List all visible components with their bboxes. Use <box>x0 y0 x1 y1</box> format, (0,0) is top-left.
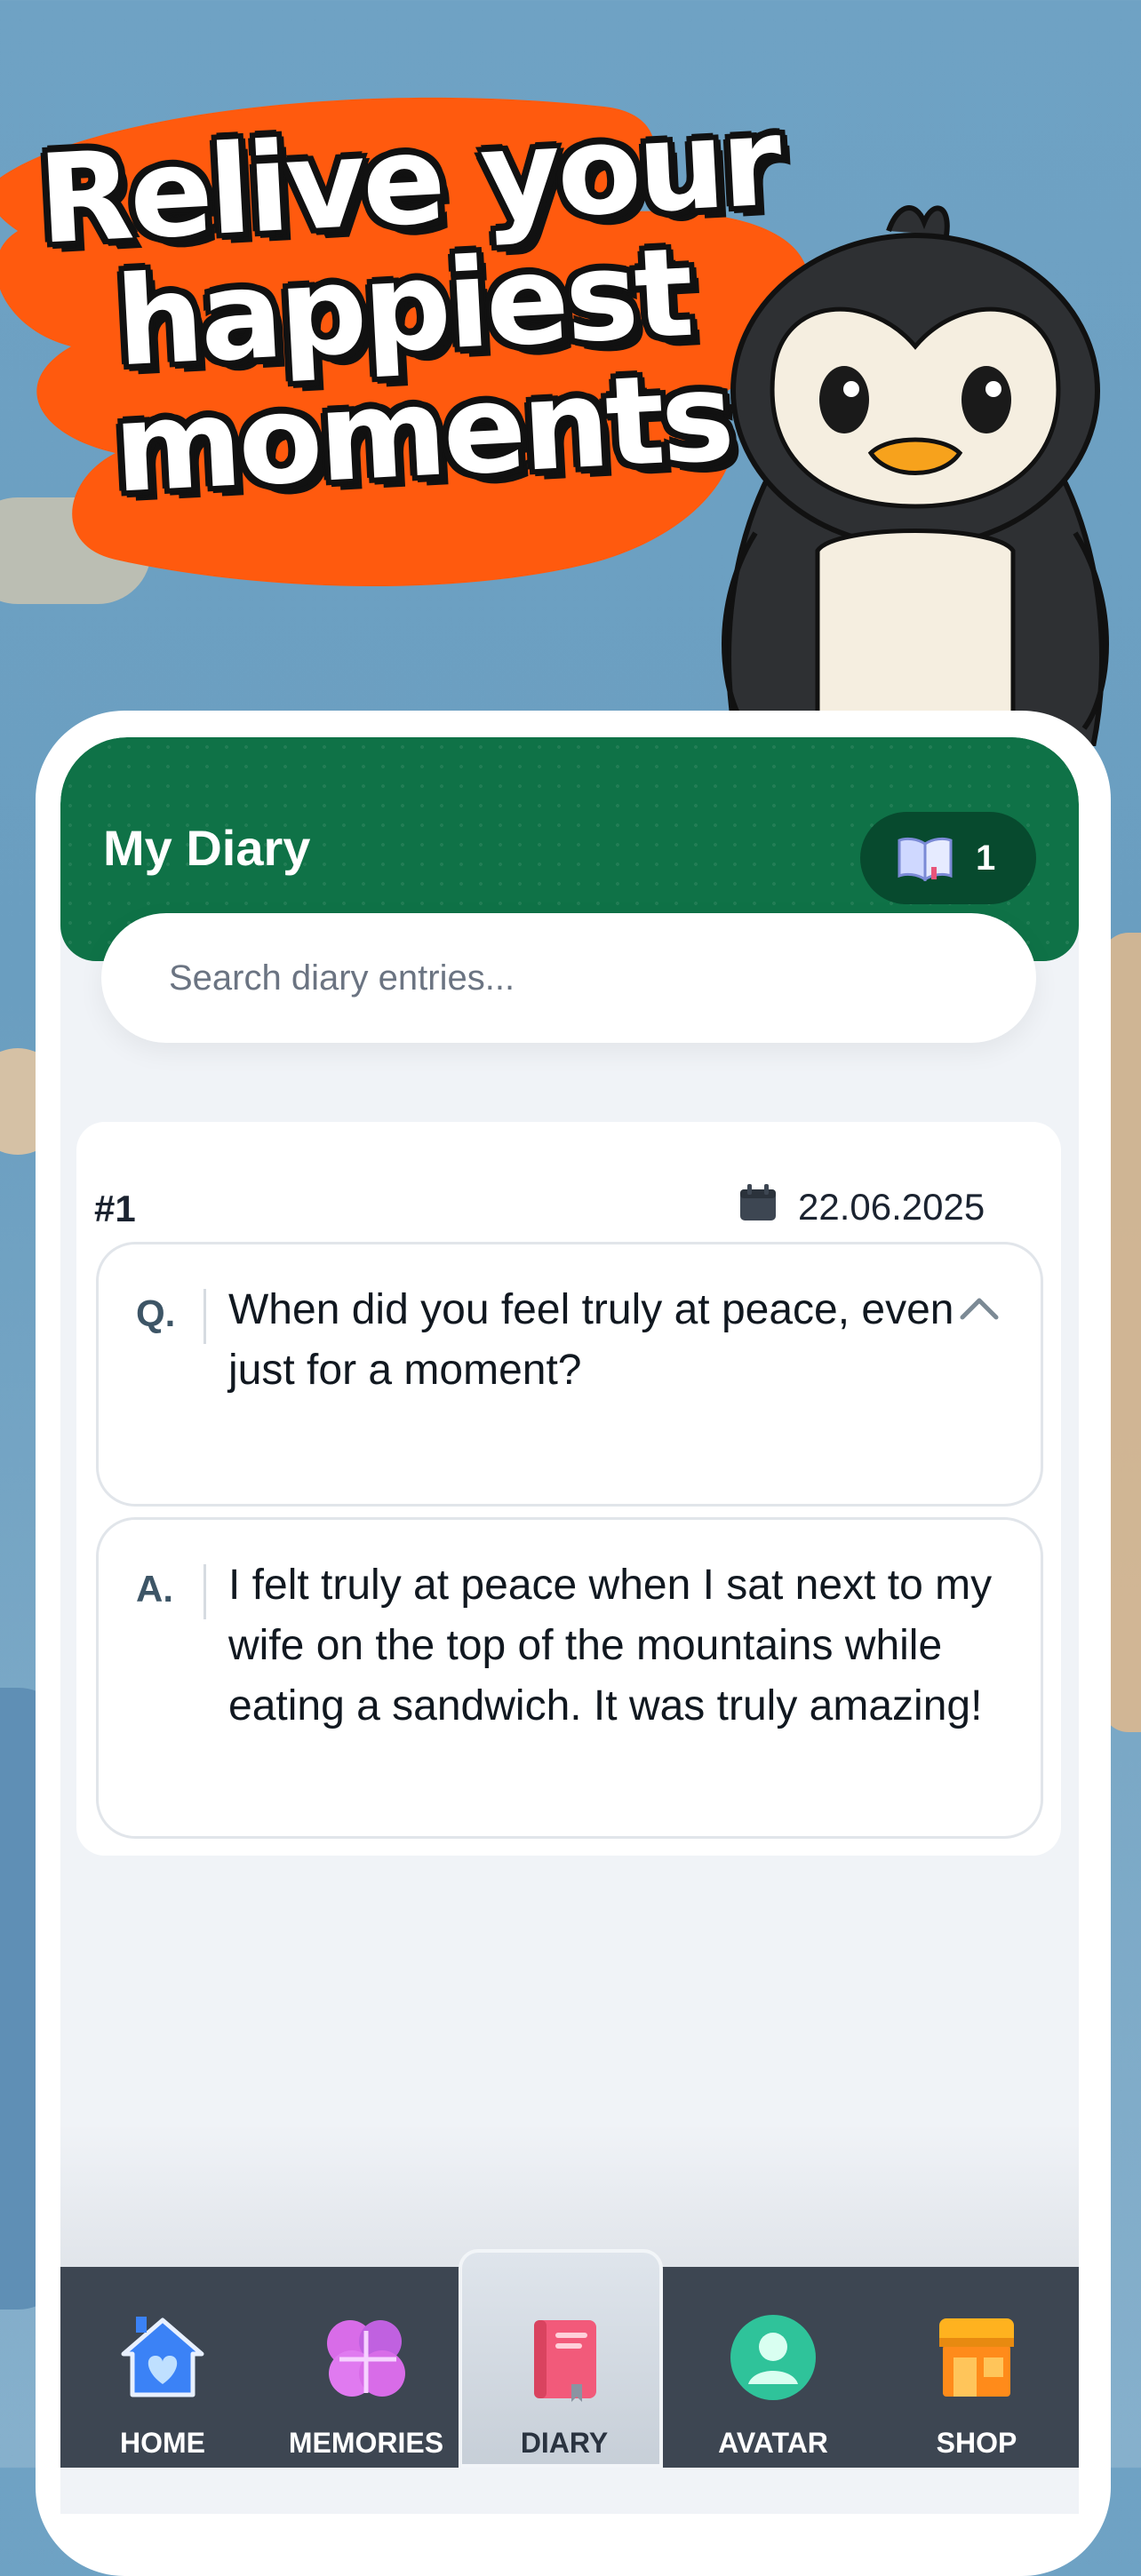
calendar-icon <box>740 1184 776 1220</box>
question-label: Q. <box>136 1292 176 1334</box>
open-book-icon <box>898 837 953 881</box>
divider <box>203 1289 206 1344</box>
nav-tab-avatar[interactable]: AVATAR <box>671 2267 875 2468</box>
entry-number: #1 <box>94 1188 136 1229</box>
search-input[interactable] <box>167 957 970 999</box>
home-heart-icon <box>121 2317 204 2397</box>
nav-tab-label: SHOP <box>936 2427 1017 2459</box>
page-title: My Diary <box>103 820 311 876</box>
headline-line-3: moments <box>110 345 735 521</box>
question-text: When did you feel truly at peace, even j… <box>228 1286 954 1394</box>
entry-count-badge: 1 <box>860 812 1036 904</box>
answer-box: A. I felt truly at peace when I sat next… <box>96 1517 1043 1839</box>
divider <box>203 1564 206 1619</box>
chevron-up-icon[interactable] <box>959 1294 1000 1321</box>
puzzle-brain-icon <box>327 2320 405 2397</box>
answer-label: A. <box>136 1568 173 1610</box>
question-box[interactable]: Q. When did you feel truly at peace, eve… <box>96 1242 1043 1507</box>
user-avatar-icon <box>730 2315 816 2400</box>
nav-tab-home[interactable]: HOME <box>60 2267 265 2468</box>
nav-tab-label: HOME <box>120 2427 205 2459</box>
nav-tab-label: AVATAR <box>718 2427 828 2459</box>
entry-count: 1 <box>976 838 996 878</box>
diary-book-icon <box>534 2320 596 2402</box>
nav-tab-label: DIARY <box>520 2427 609 2459</box>
nav-tab-memories[interactable]: MEMORIES <box>264 2267 468 2468</box>
shop-store-icon <box>939 2318 1014 2397</box>
search-bar[interactable] <box>101 913 1036 1043</box>
nav-tab-diary[interactable]: DIARY <box>459 2249 663 2468</box>
diary-screen: My Diary 1 #1 22.06.2025 Q. When did you… <box>60 737 1079 2514</box>
penguin-mascot <box>722 205 1109 746</box>
nav-tab-shop[interactable]: SHOP <box>874 2267 1079 2468</box>
nav-tab-label: MEMORIES <box>288 2427 444 2459</box>
answer-text: I felt truly at peace when I sat next to… <box>228 1562 993 1729</box>
diary-entry-card[interactable]: #1 22.06.2025 Q. When did you feel truly… <box>76 1122 1061 1856</box>
promo-headline: Relive your happiest moments <box>35 90 783 521</box>
entry-date: 22.06.2025 <box>798 1186 985 1228</box>
bottom-nav-bar: HOME MEMORIES DIARY AVATAR SHOP <box>60 2249 1079 2468</box>
